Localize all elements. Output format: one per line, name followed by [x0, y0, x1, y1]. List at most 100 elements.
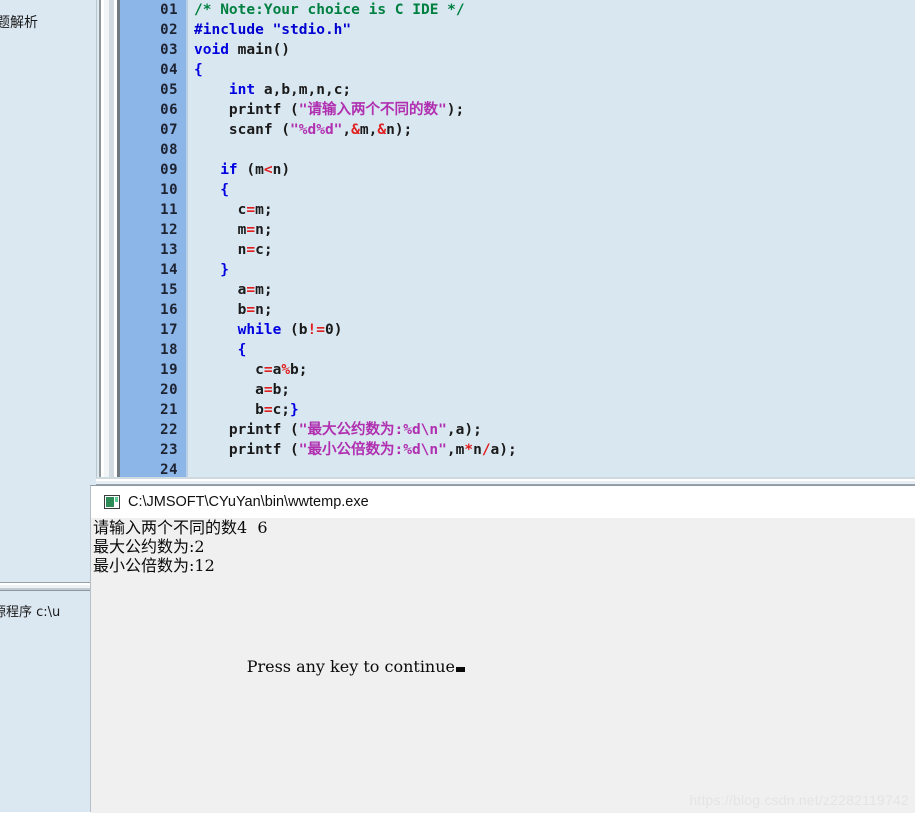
console-titlebar[interactable]: C:\JMSOFT\CYuYan\bin\wwtemp.exe [91, 486, 915, 518]
code-token-operator: = [246, 282, 256, 298]
code-token-plain: b; [272, 382, 291, 398]
code-text: n=c; [194, 240, 273, 260]
code-text: { [194, 60, 203, 80]
code-line[interactable]: 04 { [120, 60, 915, 80]
code-token-operator: = [246, 222, 256, 238]
line-number: 04 [160, 62, 178, 78]
code-token-operator: & [351, 122, 360, 138]
code-token-plain: a); [490, 442, 517, 458]
code-line[interactable]: 03 void main() [120, 40, 915, 60]
code-token-plain: n; [255, 302, 273, 318]
code-token-plain: (b [281, 322, 308, 338]
sidebar-status-pane: 源程序 c:\u [0, 591, 96, 812]
code-text: void main() [194, 40, 290, 60]
code-lines-container[interactable]: 01 /* Note:Your choice is C IDE */ 02 #incl… [120, 0, 915, 480]
code-line[interactable]: 16 b=n; [120, 300, 915, 320]
code-token-plain: 0) [324, 322, 343, 338]
code-token-plain: (m [237, 162, 264, 178]
code-text: a=m; [194, 280, 273, 300]
code-token-plain: n [194, 242, 247, 258]
code-token-plain: m, [359, 122, 378, 138]
code-line[interactable]: 02 #include "stdio.h" [120, 20, 915, 40]
code-line[interactable]: 06 printf ("请输入两个不同的数"); [120, 100, 915, 120]
code-line[interactable]: 13 n=c; [120, 240, 915, 260]
code-token-preprocessor: "stdio.h" [272, 22, 352, 38]
code-token-plain: n; [255, 222, 273, 238]
code-line[interactable]: 21 b=c;} [120, 400, 915, 420]
console-prompt: Press any key to continue [206, 638, 466, 695]
code-token-operator: / [481, 442, 491, 458]
code-line[interactable]: 10 { [120, 180, 915, 200]
code-token-string: "%d%d" [290, 122, 343, 138]
code-token-plain: b [194, 302, 247, 318]
code-token-plain: n [473, 442, 482, 458]
code-token-plain: b [194, 402, 264, 418]
code-token-keyword: if [220, 162, 238, 178]
sidebar-explanation-pane[interactable]: 试题解析 [0, 0, 96, 582]
code-line[interactable]: 01 /* Note:Your choice is C IDE */ [120, 0, 915, 20]
code-line[interactable]: 07 scanf ("%d%d",&m,&n); [120, 120, 915, 140]
line-number: 21 [160, 402, 178, 418]
line-number: 20 [160, 382, 178, 398]
code-token-comment: /* Note:Your choice is C IDE */ [194, 2, 465, 18]
code-token-plain: scanf ( [194, 122, 291, 138]
left-sidebar: 试题解析 源程序 c:\u [0, 0, 96, 812]
code-token-plain: m; [255, 282, 273, 298]
line-number: 08 [160, 142, 178, 158]
code-token-operator: = [246, 242, 256, 258]
code-text: printf ("最小公倍数为:%d\n",m*n/a); [194, 440, 517, 460]
code-line[interactable]: 19 c=a%b; [120, 360, 915, 380]
code-text: int a,b,m,n,c; [194, 80, 351, 100]
line-number: 18 [160, 342, 178, 358]
code-text: m=n; [194, 220, 273, 240]
code-text: /* Note:Your choice is C IDE */ [194, 0, 465, 20]
code-line[interactable]: 22 printf ("最大公约数为:%d\n",a); [120, 420, 915, 440]
code-text: b=c;} [194, 400, 299, 420]
code-editor[interactable]: 01 /* Note:Your choice is C IDE */ 02 #incl… [120, 0, 915, 485]
line-number: 03 [160, 42, 178, 58]
code-text: { [194, 180, 229, 200]
line-number: 02 [160, 22, 178, 38]
line-number: 23 [160, 442, 178, 458]
code-token-plain: c; [255, 242, 273, 258]
code-line[interactable]: 14 } [120, 260, 915, 280]
code-token-plain: n); [386, 122, 413, 138]
line-number: 07 [160, 122, 178, 138]
code-token-string: "最大公约数为:%d\n" [298, 422, 447, 438]
code-line[interactable]: 17 while (b!=0) [120, 320, 915, 340]
code-token-operator: < [263, 162, 273, 178]
code-line[interactable]: 15 a=m; [120, 280, 915, 300]
code-token-keyword: void [194, 42, 229, 58]
console-output-line: 请输入两个不同的数4 6 [93, 518, 268, 537]
code-line[interactable]: 05 int a,b,m,n,c; [120, 80, 915, 100]
code-token-plain: c [194, 202, 247, 218]
line-number: 22 [160, 422, 178, 438]
code-token-plain: main() [228, 42, 291, 58]
code-line[interactable]: 20 a=b; [120, 380, 915, 400]
code-token-plain: printf ( [194, 442, 299, 458]
console-output-line: 最大公约数为:2 [93, 537, 205, 556]
console-window-icon [104, 495, 120, 509]
code-token-plain: ,a); [446, 422, 482, 438]
line-number: 10 [160, 182, 178, 198]
code-token-plain: a [194, 382, 264, 398]
code-line[interactable]: 08 [120, 140, 915, 160]
code-line[interactable]: 18 { [120, 340, 915, 360]
console-output-area[interactable]: 请输入两个不同的数4 6 最大公约数为:2 最小公倍数为:12 Press any … [91, 518, 915, 813]
ide-background: 试题解析 源程序 c:\u 01 /* Note:Your choice is C… [0, 0, 915, 813]
line-number: 15 [160, 282, 178, 298]
console-window[interactable]: C:\JMSOFT\CYuYan\bin\wwtemp.exe 请输入两个不同的… [90, 485, 915, 813]
code-text: b=n; [194, 300, 273, 320]
code-token-plain: printf ( [194, 422, 299, 438]
code-line[interactable]: 11 c=m; [120, 200, 915, 220]
code-line[interactable]: 09 if (m<n) [120, 160, 915, 180]
line-number: 14 [160, 262, 178, 278]
code-token-brace: } [290, 402, 299, 418]
code-line[interactable]: 12 m=n; [120, 220, 915, 240]
line-number: 16 [160, 302, 178, 318]
code-line[interactable]: 23 printf ("最小公倍数为:%d\n",m*n/a); [120, 440, 915, 460]
source-file-path-label: 源程序 c:\u [0, 605, 61, 620]
code-text: while (b!=0) [194, 320, 343, 340]
